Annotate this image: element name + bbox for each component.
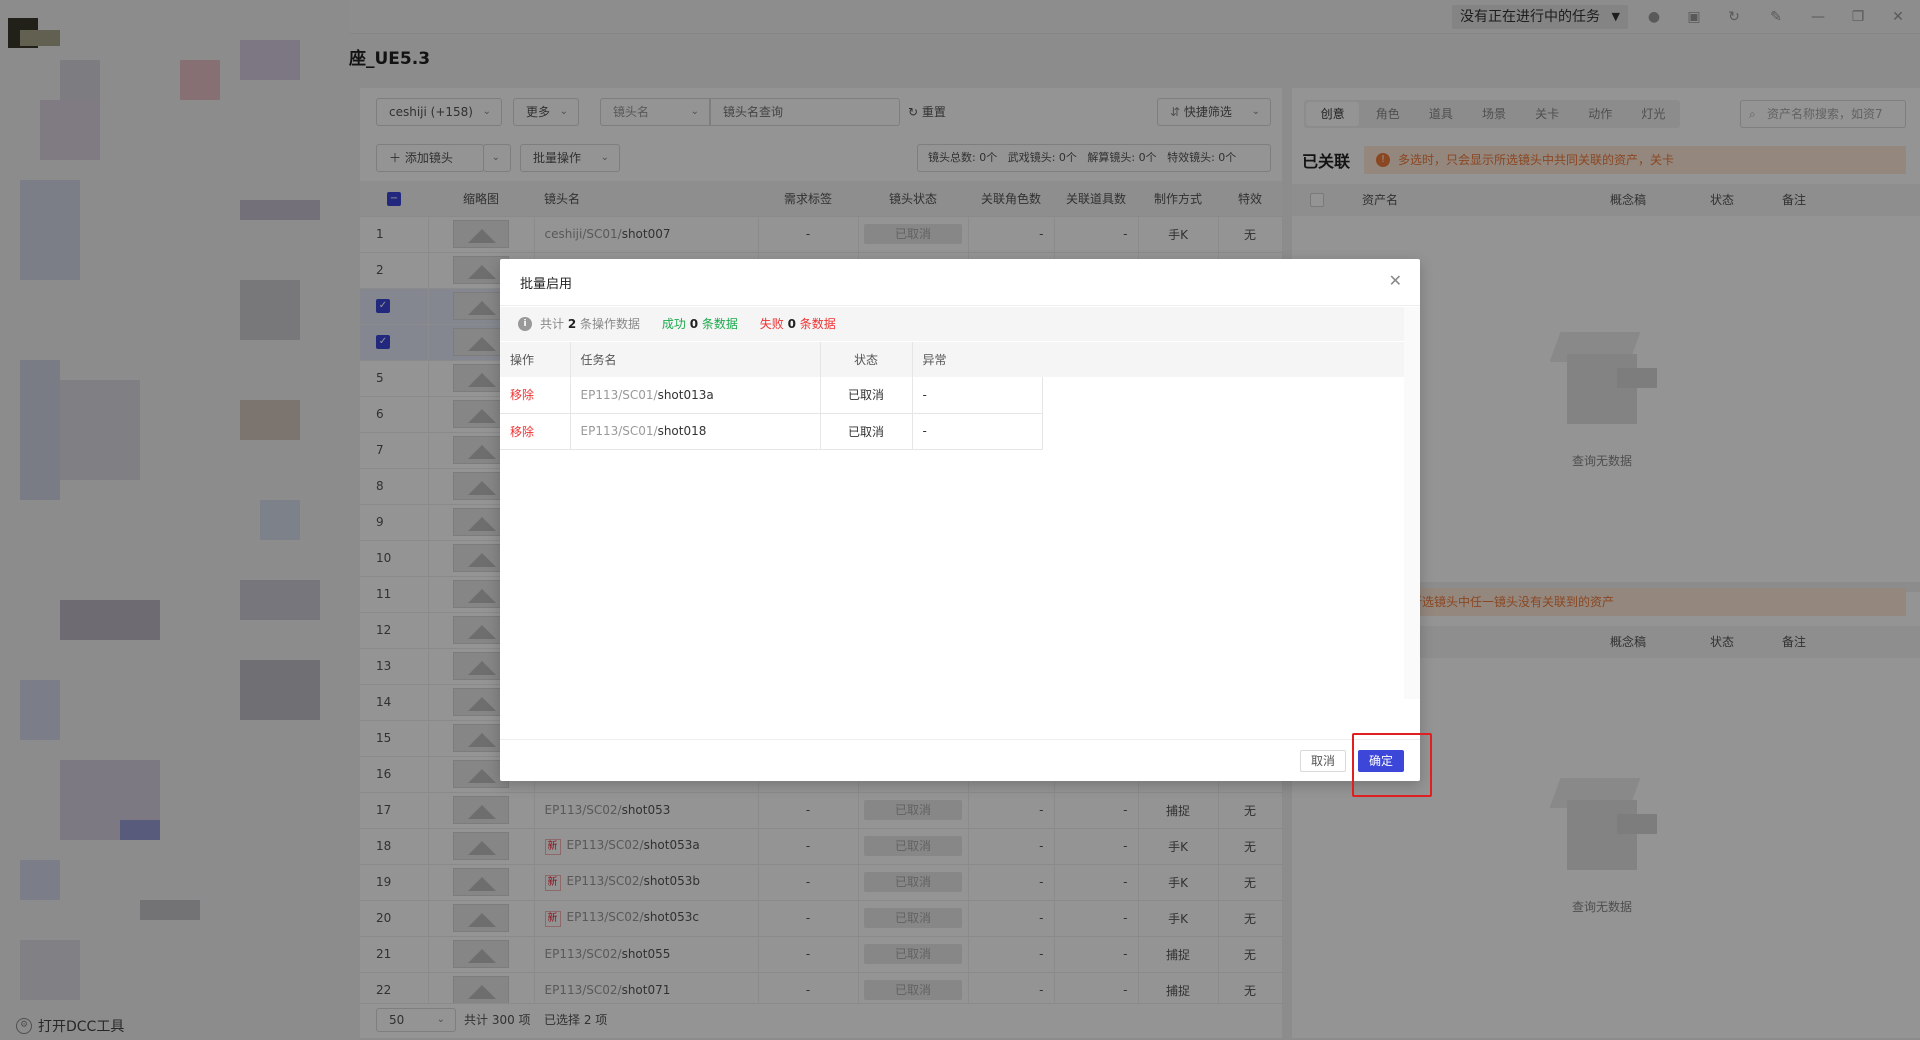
- summary-total-suffix: 条操作数据: [580, 317, 641, 331]
- result-row: 移除 EP113/SC01/shot018 已取消 -: [500, 413, 1043, 450]
- dialog-scrollbar[interactable]: [1404, 307, 1420, 699]
- fail-summary: 失败 0 条数据: [760, 317, 836, 331]
- column-header-task-name: 任务名: [570, 342, 821, 377]
- operation-summary: i 共计 2 条操作数据 成功 0 条数据 失败 0 条数据: [500, 307, 1404, 341]
- dialog-title: 批量启用: [520, 277, 573, 292]
- result-table-header-fill: [1042, 342, 1404, 377]
- close-icon[interactable]: ✕: [1389, 271, 1402, 290]
- result-row: 移除 EP113/SC01/shot013a 已取消 -: [500, 377, 1043, 414]
- success-count: 0: [689, 317, 699, 331]
- summary-total: 2: [567, 317, 577, 331]
- column-header-action: 操作: [500, 342, 571, 377]
- task-status-cell: 已取消: [820, 377, 913, 414]
- task-name: shot018: [657, 424, 707, 438]
- cancel-button[interactable]: 取消: [1300, 750, 1346, 772]
- remove-link[interactable]: 移除: [500, 413, 571, 450]
- task-path: EP113/SC01/: [580, 387, 658, 402]
- task-name-cell: EP113/SC01/shot018: [570, 413, 821, 450]
- task-name: shot013a: [657, 387, 714, 402]
- task-error-cell: -: [912, 377, 1043, 414]
- column-header-error: 异常: [912, 342, 1043, 377]
- fail-count: 0: [787, 317, 796, 331]
- dialog-footer: 取消 确定: [500, 739, 1420, 781]
- task-name-cell: EP113/SC01/shot013a: [570, 377, 821, 414]
- task-error-cell: -: [912, 413, 1043, 450]
- fail-label: 失败: [759, 317, 784, 331]
- success-summary: 成功 0 条数据: [662, 317, 738, 331]
- remove-link[interactable]: 移除: [500, 377, 571, 414]
- fail-suffix: 条数据: [799, 317, 836, 331]
- summary-prefix: 共计: [540, 317, 565, 331]
- batch-enable-dialog: 批量启用 ✕ i 共计 2 条操作数据 成功 0 条数据 失败 0 条数据 操作…: [500, 259, 1420, 781]
- success-label: 成功: [661, 317, 686, 331]
- info-icon: i: [518, 317, 532, 331]
- confirm-button-highlight: [1352, 733, 1432, 797]
- result-table: 操作 任务名 状态 异常 移除 EP113/SC01/shot013a 已取消 - 移除…: [500, 342, 1043, 450]
- task-path: EP113/SC01/: [580, 424, 658, 438]
- task-status-cell: 已取消: [820, 413, 913, 450]
- dialog-header: 批量启用 ✕: [500, 259, 1420, 306]
- column-header-task-status: 状态: [820, 342, 913, 377]
- result-table-header: 操作 任务名 状态 异常: [500, 342, 1043, 377]
- success-suffix: 条数据: [701, 317, 738, 331]
